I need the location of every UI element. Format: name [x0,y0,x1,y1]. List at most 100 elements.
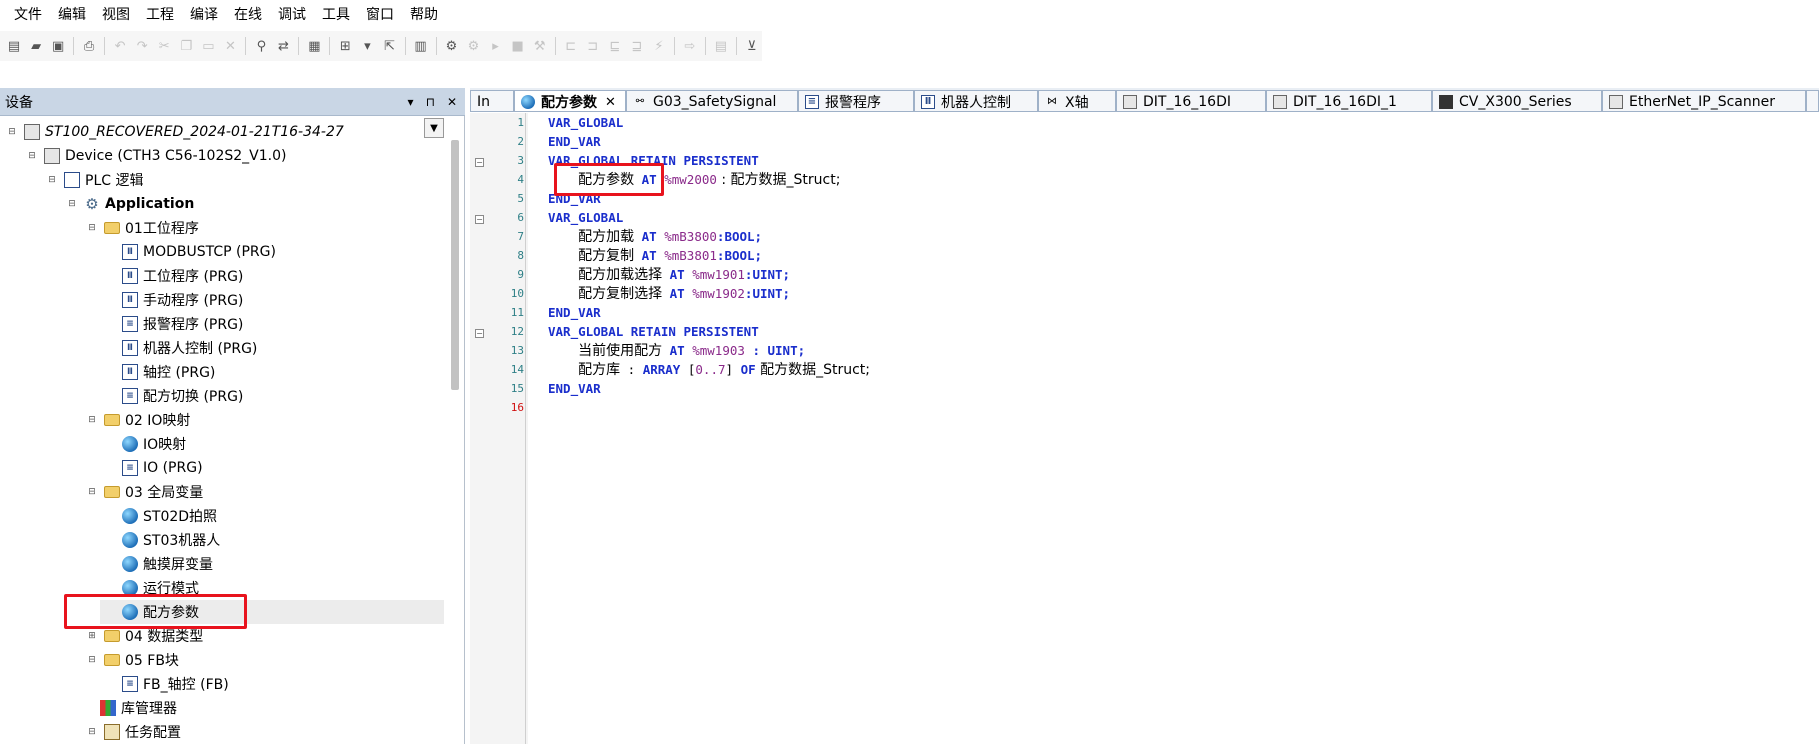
cart-icon[interactable]: ⊻ [742,35,762,57]
tree-item-application[interactable]: ⊟ ⚙ Application [66,192,194,216]
tree-item-task-config[interactable]: ⊟ 任务配置 [86,720,181,744]
find-icon[interactable]: ⚲ [251,35,271,57]
tree-item-fb-axis[interactable]: ≡ FB_轴控 (FB) [122,672,229,696]
tree-item-project[interactable]: ⊟ ST100_RECOVERED_2024-01-21T16-34-27 [6,120,344,144]
menu-file[interactable]: 文件 [6,0,50,31]
pane-menu-icon[interactable]: ▾ [408,95,414,109]
monitor-icon[interactable]: ▤ [711,35,731,57]
save-icon[interactable]: ▣ [48,35,68,57]
tree-item-robot-control[interactable]: Ⅱ 机器人控制 (PRG) [122,336,257,360]
tree-dropdown-button[interactable]: ▼ [424,118,444,138]
tab-in[interactable]: In [470,90,514,111]
menu-edit[interactable]: 编辑 [50,0,94,31]
force-icon[interactable]: ⇨ [680,35,700,57]
code-line-1[interactable]: VAR_GLOBAL [548,113,623,132]
step-into-icon[interactable]: ⊑ [605,35,625,57]
paste-icon[interactable]: ▭ [198,35,218,57]
tree-folder-05[interactable]: ⊟ 05 FB块 [86,648,179,672]
tree-item-device[interactable]: ⊟ Device (CTH3 C56-102S2_V1.0) [26,144,286,168]
tree-item-station-program[interactable]: Ⅱ 工位程序 (PRG) [122,264,243,288]
collapse-icon[interactable]: ⊟ [86,414,98,426]
menu-tools[interactable]: 工具 [314,0,358,31]
code-line-11[interactable]: END_VAR [548,303,601,322]
menu-view[interactable]: 视图 [94,0,138,31]
copy-icon[interactable]: ❐ [176,35,196,57]
code-line-14[interactable]: 配方库 : ARRAY [0..7] OF 配方数据_Struct; [548,360,870,380]
menu-project[interactable]: 工程 [138,0,182,31]
collapse-icon[interactable]: ⊟ [46,174,58,186]
menu-help[interactable]: 帮助 [402,0,446,31]
stop-icon[interactable]: ■ [508,35,528,57]
code-line-12[interactable]: VAR_GLOBAL RETAIN PERSISTENT [548,322,759,341]
tree-item-plc-logic[interactable]: ⊟ PLC 逻辑 [46,168,143,192]
tree-item-touchscreen-vars[interactable]: 触摸屏变量 [122,552,213,576]
tree-item-st03-robot[interactable]: ST03机器人 [122,528,220,552]
login-icon[interactable]: ⚙ [441,35,461,57]
print-icon[interactable]: ⎙ [79,35,99,57]
logout-icon[interactable]: ⚙ [463,35,483,57]
menu-window[interactable]: 窗口 [358,0,402,31]
collapse-icon[interactable]: ⊟ [86,486,98,498]
collapse-icon[interactable]: ⊟ [26,150,38,162]
tab-close-icon[interactable]: ✕ [605,95,616,110]
new-project-icon[interactable]: ▤ [4,35,24,57]
step-out-icon[interactable]: ⊒ [627,35,647,57]
step-over-icon[interactable]: ⊐ [583,35,603,57]
tree-item-st02d-photo[interactable]: ST02D拍照 [122,504,217,528]
reset-icon[interactable]: ⚒ [530,35,550,57]
collapse-icon[interactable]: ⊟ [86,222,98,234]
collapse-icon[interactable]: ⊟ [86,726,98,738]
run-icon[interactable]: ▸ [486,35,506,57]
replace-icon[interactable]: ⇄ [273,35,293,57]
code-line-6[interactable]: VAR_GLOBAL [548,208,623,227]
collapse-icon[interactable]: ⊟ [66,198,78,210]
export-icon[interactable]: ⇱ [379,35,399,57]
code-line-15[interactable]: END_VAR [548,379,601,398]
delete-icon[interactable]: ✕ [220,35,240,57]
menu-debug[interactable]: 调试 [270,0,314,31]
tab-ethernet-ip-scanner[interactable]: EtherNet_IP_Scanner [1602,90,1806,111]
tree-scrollbar[interactable] [451,140,459,390]
redo-icon[interactable]: ↷ [132,35,152,57]
tree-item-recipe-switch[interactable]: ≡ 配方切换 (PRG) [122,384,243,408]
tree-item-modbustcp[interactable]: Ⅱ MODBUSTCP (PRG) [122,240,276,264]
tree-item-io-mapping[interactable]: IO映射 [122,432,186,456]
tree-folder-03[interactable]: ⊟ 03 全局变量 [86,480,203,504]
tree-item-manual-program[interactable]: Ⅱ 手动程序 (PRG) [122,288,243,312]
write-values-icon[interactable]: ⚡ [649,35,669,57]
build-icon[interactable]: ▥ [410,35,430,57]
open-folder-icon[interactable]: ▰ [26,35,46,57]
tab-dit-16-16di[interactable]: DIT_16_16DI [1116,90,1266,111]
expand-icon[interactable]: ⊞ [86,630,98,642]
collapse-icon[interactable]: ⊟ [6,126,18,138]
tab-dit-16-16di-1[interactable]: DIT_16_16DI_1 [1266,90,1432,111]
tree-item-axis-control[interactable]: Ⅱ 轴控 (PRG) [122,360,215,384]
menu-build[interactable]: 编译 [182,0,226,31]
tab-cv-x300-series[interactable]: CV_X300_Series [1432,90,1602,111]
code-editor[interactable]: − − − 1 2 3 4 5 6 7 8 9 10 11 12 13 14 1… [470,113,1819,744]
tab-x-axis[interactable]: ⋈ X轴 [1038,90,1116,111]
code-line-8[interactable]: 配方复制 AT %mB3801:BOOL; [548,246,762,266]
tab-alarm-program[interactable]: ≡ 报警程序 [798,90,914,111]
tree-item-library-manager[interactable]: 库管理器 [100,696,177,720]
dropdown-arrow-icon[interactable]: ▾ [357,35,377,57]
code-line-9[interactable]: 配方加载选择 AT %mw1901:UINT; [548,265,790,285]
tree-folder-01[interactable]: ⊟ 01工位程序 [86,216,199,240]
code-line-2[interactable]: END_VAR [548,132,601,151]
code-line-7[interactable]: 配方加载 AT %mB3800:BOOL; [548,227,762,247]
tab-overflow[interactable] [1806,90,1819,111]
code-line-10[interactable]: 配方复制选择 AT %mw1902:UINT; [548,284,790,304]
tab-g03-safety-signal[interactable]: ⚯ G03_SafetySignal [626,90,798,111]
close-icon[interactable]: ✕ [447,95,457,109]
tree-item-alarm-program[interactable]: ≡ 报警程序 (PRG) [122,312,243,336]
collapse-icon[interactable]: ⊟ [86,654,98,666]
add-object-icon[interactable]: ⊞ [335,35,355,57]
tab-recipe-params[interactable]: 配方参数 ✕ [514,90,626,111]
cut-icon[interactable]: ✂ [154,35,174,57]
tree-item-io-program[interactable]: ≡ IO (PRG) [122,456,203,480]
breakpoint-icon[interactable]: ⊏ [561,35,581,57]
code-line-13[interactable]: 当前使用配方 AT %mw1903 : UINT; [548,341,805,361]
tab-robot-control[interactable]: Ⅱ 机器人控制 [914,90,1038,111]
menu-online[interactable]: 在线 [226,0,270,31]
tree-folder-02[interactable]: ⊟ 02 IO映射 [86,408,190,432]
